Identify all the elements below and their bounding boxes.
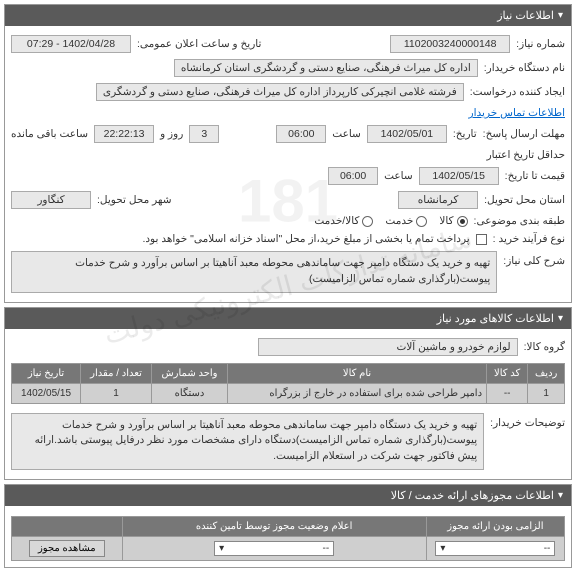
th-qty: تعداد / مقدار: [81, 363, 152, 383]
table-row[interactable]: 1 -- دامپر طراحی شده برای استفاده در خار…: [12, 383, 565, 403]
radio-goods[interactable]: کالا: [439, 215, 467, 227]
group-field: لوازم خودرو و ماشین آلات: [258, 338, 518, 356]
status-select[interactable]: --▾: [214, 541, 334, 556]
chevron-down-icon: ▾: [219, 543, 224, 554]
province-label: استان محل تحویل:: [484, 194, 565, 206]
validity-time-field: 06:00: [328, 167, 378, 185]
panel-title: اطلاعات کالاهای مورد نیاز: [437, 312, 554, 325]
th-action: [12, 516, 123, 536]
panel-title: اطلاعات مجوزهای ارائه خدمت / کالا: [391, 489, 554, 502]
process-label: نوع فرآیند خرید :: [493, 233, 565, 245]
radio-both[interactable]: کالا/خدمت: [314, 215, 373, 227]
panel-title: اطلاعات نیاز: [497, 9, 554, 22]
permits-table: الزامی بودن ارائه مجوز اعلام وضعیت مجوز …: [11, 516, 565, 561]
remain-field: 22:22:13: [94, 125, 154, 143]
collapse-icon: ▾: [558, 490, 563, 501]
deadline-date-label: تاریخ:: [453, 128, 477, 140]
province-field: کرمانشاه: [398, 191, 478, 209]
goods-info-header[interactable]: ▾ اطلاعات کالاهای مورد نیاز: [5, 308, 571, 329]
th-mandatory: الزامی بودن ارائه مجوز: [426, 516, 564, 536]
validity-date-field: 1402/05/15: [419, 167, 499, 185]
deadline-label: مهلت ارسال پاسخ:: [483, 128, 565, 140]
radio-service[interactable]: خدمت: [385, 215, 427, 227]
requester-label: ایجاد کننده درخواست:: [470, 86, 565, 98]
goods-info-panel: ▾ اطلاعات کالاهای مورد نیاز گروه کالا: ل…: [4, 307, 572, 480]
th-date: تاریخ نیاز: [12, 363, 81, 383]
buyer-notes-label: توضیحات خریدار:: [490, 413, 565, 429]
days-field: 3: [189, 125, 219, 143]
buyer-field: اداره کل میراث فرهنگی، صنایع دستی و گردش…: [174, 59, 478, 77]
process-checkbox[interactable]: [476, 234, 487, 245]
mandatory-select[interactable]: --▾: [435, 541, 555, 556]
need-no-label: شماره نیاز:: [516, 38, 565, 50]
pay-note: پرداخت تمام یا بخشی از مبلغ خرید،از محل …: [142, 233, 469, 245]
buyer-label: نام دستگاه خریدار:: [484, 62, 565, 74]
need-info-panel: ▾ اطلاعات نیاز شماره نیاز: 1102003240000…: [4, 4, 572, 303]
desc-label: شرح کلی نیاز:: [503, 251, 565, 267]
deadline-time-field: 06:00: [276, 125, 326, 143]
goods-table: ردیف کد کالا نام کالا واحد شمارش تعداد /…: [11, 363, 565, 404]
validity-label: حداقل تاریخ اعتبار: [487, 149, 565, 161]
city-label: شهر محل تحویل:: [97, 194, 172, 206]
view-permit-button[interactable]: مشاهده مجوز: [29, 540, 105, 557]
validity-sub-label: قیمت تا تاریخ:: [505, 170, 565, 182]
collapse-icon: ▾: [558, 313, 563, 324]
th-status: اعلام وضعیت مجوز توسط تامین کننده: [122, 516, 426, 536]
deadline-date-field: 1402/05/01: [367, 125, 447, 143]
announce-label: تاریخ و ساعت اعلان عمومی:: [137, 38, 261, 50]
buyer-notes-field: تهیه و خرید یک دستگاه دامپر جهت ساماندهی…: [11, 413, 484, 470]
th-code: کد کالا: [487, 363, 528, 383]
group-label: گروه کالا:: [524, 341, 565, 353]
table-header-row: ردیف کد کالا نام کالا واحد شمارش تعداد /…: [12, 363, 565, 383]
announce-field: 1402/04/28 - 07:29: [11, 35, 131, 53]
category-label: طبقه بندی موضوعی:: [474, 215, 565, 227]
contact-buyer-link[interactable]: اطلاعات تماس خریدار: [469, 107, 565, 119]
chevron-down-icon: ▾: [440, 543, 445, 554]
requester-field: فرشته غلامی انچیرکی کارپرداز اداره کل می…: [96, 83, 464, 101]
th-name: نام کالا: [228, 363, 487, 383]
need-no-field: 1102003240000148: [390, 35, 510, 53]
city-field: کنگاور: [11, 191, 91, 209]
desc-field: تهیه و خرید یک دستگاه دامپر جهت ساماندهی…: [11, 251, 497, 293]
category-radio-group: کالا خدمت کالا/خدمت: [314, 215, 467, 227]
permits-header[interactable]: ▾ اطلاعات مجوزهای ارائه خدمت / کالا: [5, 485, 571, 506]
th-row: ردیف: [528, 363, 565, 383]
permits-panel: ▾ اطلاعات مجوزهای ارائه خدمت / کالا الزا…: [4, 484, 572, 568]
need-info-header[interactable]: ▾ اطلاعات نیاز: [5, 5, 571, 26]
th-unit: واحد شمارش: [151, 363, 227, 383]
collapse-icon: ▾: [558, 10, 563, 21]
